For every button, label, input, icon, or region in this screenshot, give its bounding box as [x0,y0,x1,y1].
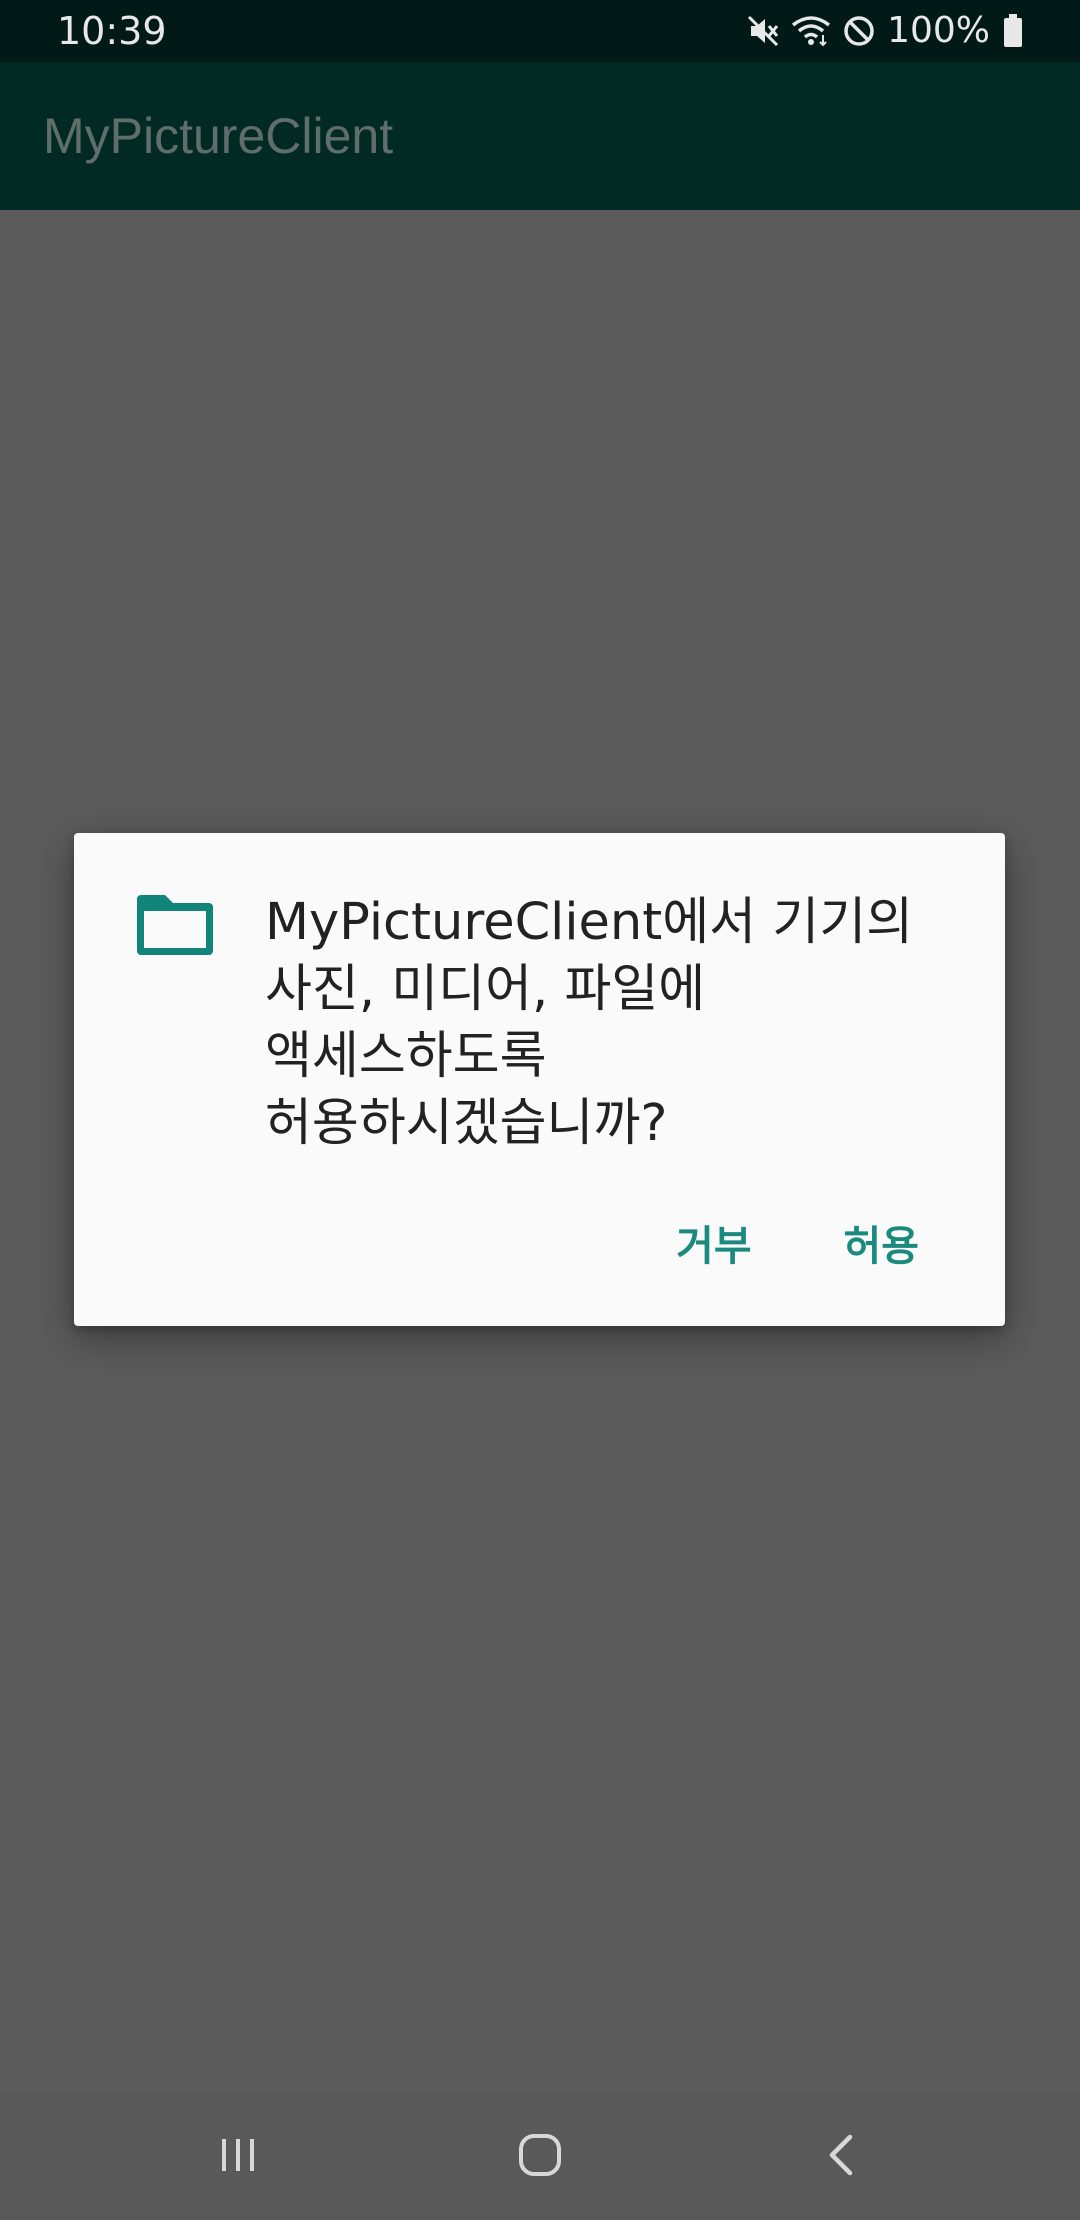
dialog-actions: 거부 허용 [676,1218,919,1274]
status-time: 10:39 [57,9,167,53]
allow-button[interactable]: 허용 [844,1218,919,1274]
permission-dialog: MyPictureClient에서 기기의 사진, 미디어, 파일에 액세스하도… [74,833,1005,1326]
folder-icon [135,893,215,957]
back-button[interactable] [762,2093,922,2220]
status-bar: 10:39 100% [0,0,1080,62]
navigation-bar [0,2093,1080,2220]
status-icons: 100% [745,8,1024,54]
do-not-disturb-icon [841,13,877,49]
deny-button[interactable]: 거부 [676,1218,751,1274]
app-title: MyPictureClient [43,108,394,164]
home-icon [516,2131,564,2183]
home-button[interactable] [460,2093,620,2220]
dialog-message: MyPictureClient에서 기기의 사진, 미디어, 파일에 액세스하도… [265,893,914,1153]
recents-button[interactable] [158,2093,318,2220]
mute-icon [745,13,781,49]
wifi-icon [789,13,833,49]
back-icon [820,2131,864,2183]
battery-icon [1002,13,1024,49]
screen: 10:39 100% MyPictureClient MyPictureClie… [0,0,1080,2220]
app-bar: MyPictureClient [0,62,1080,210]
battery-percent: 100% [887,10,990,51]
recents-icon [216,2133,260,2181]
